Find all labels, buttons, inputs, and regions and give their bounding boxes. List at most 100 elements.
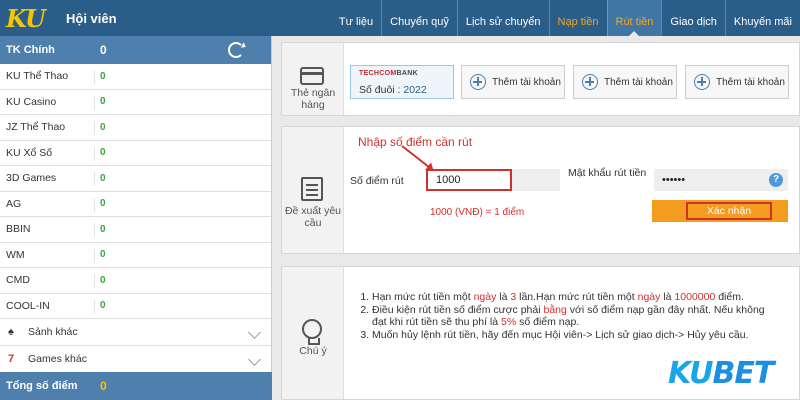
add-account-button[interactable]: Thêm tài khoản <box>573 65 677 99</box>
page-title: Hội viên <box>66 11 117 26</box>
wallet-label: BBIN <box>6 223 31 236</box>
main-account-value: 0 <box>100 43 107 57</box>
nav-khuyen-mai[interactable]: Khuyến mãi <box>724 0 800 36</box>
wallet-sidebar: TK Chính 0 KU Thể Thao 0 KU Casino 0 JZ Th… <box>0 36 272 400</box>
bank-card[interactable]: TECHCOMBANK Số đuôi : 2022 <box>350 65 454 99</box>
main-account-row: TK Chính 0 <box>0 36 271 64</box>
wallet-label: KU Casino <box>6 95 57 108</box>
wallet-value: 0 <box>100 300 106 312</box>
nav-chuyen-quy[interactable]: Chuyển quỹ <box>381 0 457 36</box>
nav-rut-tien[interactable]: Rút tiền <box>606 0 662 36</box>
wallet-row[interactable]: KU Thể Thao 0 <box>0 64 271 90</box>
amount-input-tail <box>512 169 560 191</box>
wallet-row[interactable]: BBIN 0 <box>0 217 271 243</box>
wallet-label: JZ Thể Thao <box>6 121 66 134</box>
side-label: Đề xuất yêu cầu <box>284 205 342 229</box>
wallet-row[interactable]: KU Xổ Số 0 <box>0 141 271 166</box>
total-points-row: Tổng số điểm 0 <box>0 372 272 400</box>
add-account-button[interactable]: Thêm tài khoản <box>685 65 789 99</box>
wallet-label: 3D Games <box>6 172 57 185</box>
divider <box>94 197 95 212</box>
total-points-value: 0 <box>100 379 107 393</box>
note-item: Hạn mức rút tiền một ngày là 3 lần.Hạn m… <box>372 291 778 304</box>
divider <box>94 172 95 186</box>
kubet-watermark: KUBET <box>668 356 774 391</box>
chevron-down-icon[interactable] <box>248 353 261 366</box>
expander-label: Sảnh khác <box>28 326 78 338</box>
main-account-label: TK Chính <box>6 44 55 56</box>
spade-icon: ♠ <box>8 326 14 338</box>
wallet-label: AG <box>6 197 22 210</box>
wallet-row[interactable]: WM 0 <box>0 243 271 268</box>
wallet-value: 0 <box>100 70 106 82</box>
expander-label: Games khác <box>28 353 87 365</box>
wallet-row[interactable]: COOL-IN 0 <box>0 294 271 319</box>
wallet-label: KU Xổ Số <box>6 146 53 159</box>
wallet-value: 0 <box>100 274 106 286</box>
nav-giao-dich[interactable]: Giao dịch <box>661 0 724 36</box>
add-account-button[interactable]: Thêm tài khoản <box>461 65 565 99</box>
amount-label: Số điểm rút <box>350 175 404 187</box>
annotation-text: Nhập số điểm cần rút <box>358 135 473 149</box>
wallet-label: WM <box>6 248 25 261</box>
password-label: Mật khẩu rút tiền <box>568 167 647 179</box>
divider <box>94 95 95 110</box>
wallet-value: 0 <box>100 172 106 184</box>
main-nav: Tư liệu Chuyển quỹ Lịch sử chuyển Nạp ti… <box>331 0 800 36</box>
wallet-value: 0 <box>100 249 106 261</box>
divider <box>94 274 95 288</box>
exchange-rate-text: 1000 (VNĐ) = 1 điểm <box>430 207 525 218</box>
wallet-row[interactable]: KU Casino 0 <box>0 90 271 115</box>
bank-suffix: Số đuôi : 2022 <box>359 84 427 96</box>
withdraw-password-field[interactable] <box>654 169 788 191</box>
divider <box>94 248 95 263</box>
wallet-row[interactable]: 3D Games 0 <box>0 166 271 192</box>
confirm-label: Xác nhận <box>686 202 772 220</box>
divider <box>94 299 95 314</box>
expander-other-games[interactable]: 7 Games khác <box>0 346 271 373</box>
plus-icon <box>470 74 486 90</box>
lightbulb-icon <box>302 319 322 345</box>
wallet-row[interactable]: JZ Thể Thao 0 <box>0 115 271 141</box>
wallet-value: 0 <box>100 198 106 210</box>
withdraw-request-panel: Đề xuất yêu cầu Nhập số điểm cần rút Số … <box>281 126 800 254</box>
expander-other-lobbies[interactable]: ♠ Sảnh khác <box>0 319 271 346</box>
note-item: Muốn hủy lệnh rút tiền, hãy đến mục Hội … <box>372 329 778 342</box>
document-icon <box>301 177 323 201</box>
credit-card-icon <box>300 67 324 85</box>
nav-tu-lieu[interactable]: Tư liệu <box>331 0 381 36</box>
seven-icon: 7 <box>8 353 15 365</box>
bank-card-panel: Thẻ ngân hàng TECHCOMBANK Số đuôi : 2022… <box>281 42 800 116</box>
wallet-value: 0 <box>100 121 106 133</box>
plus-icon <box>582 74 598 90</box>
wallet-label: COOL-IN <box>6 299 50 312</box>
brand-logo[interactable]: KU <box>6 4 46 33</box>
wallet-value: 0 <box>100 147 106 159</box>
note-item: Điều kiện rút tiền số điểm cược phải bằn… <box>372 304 778 329</box>
help-icon[interactable]: ? <box>769 173 783 187</box>
amount-input[interactable] <box>426 169 512 191</box>
wallet-label: CMD <box>6 274 30 287</box>
top-header: KU Hội viên Tư liệu Chuyển quỹ Lịch sử c… <box>0 0 800 36</box>
panel-side: Đề xuất yêu cầu <box>282 127 344 253</box>
divider <box>94 223 95 237</box>
nav-nap-tien[interactable]: Nạp tiền <box>548 0 607 36</box>
plus-icon <box>694 74 710 90</box>
wallet-value: 0 <box>100 223 106 235</box>
divider <box>94 146 95 161</box>
panel-side: Thẻ ngân hàng <box>282 43 344 115</box>
confirm-button[interactable]: Xác nhận <box>652 200 788 222</box>
side-label: Chú ý <box>299 345 327 357</box>
chevron-down-icon[interactable] <box>248 326 261 339</box>
refresh-icon[interactable] <box>228 42 244 58</box>
panel-side: Chú ý <box>282 267 344 399</box>
notes-list: Hạn mức rút tiền một ngày là 3 lần.Hạn m… <box>358 291 778 341</box>
wallet-label: KU Thể Thao <box>6 70 69 83</box>
wallet-row[interactable]: CMD 0 <box>0 268 271 294</box>
total-points-label: Tổng số điểm <box>6 380 78 392</box>
wallet-row[interactable]: AG 0 <box>0 192 271 217</box>
side-label: Thẻ ngân hàng <box>290 87 336 111</box>
divider <box>94 121 95 135</box>
wallet-value: 0 <box>100 96 106 108</box>
nav-lich-su-chuyen[interactable]: Lịch sử chuyển <box>456 0 549 36</box>
